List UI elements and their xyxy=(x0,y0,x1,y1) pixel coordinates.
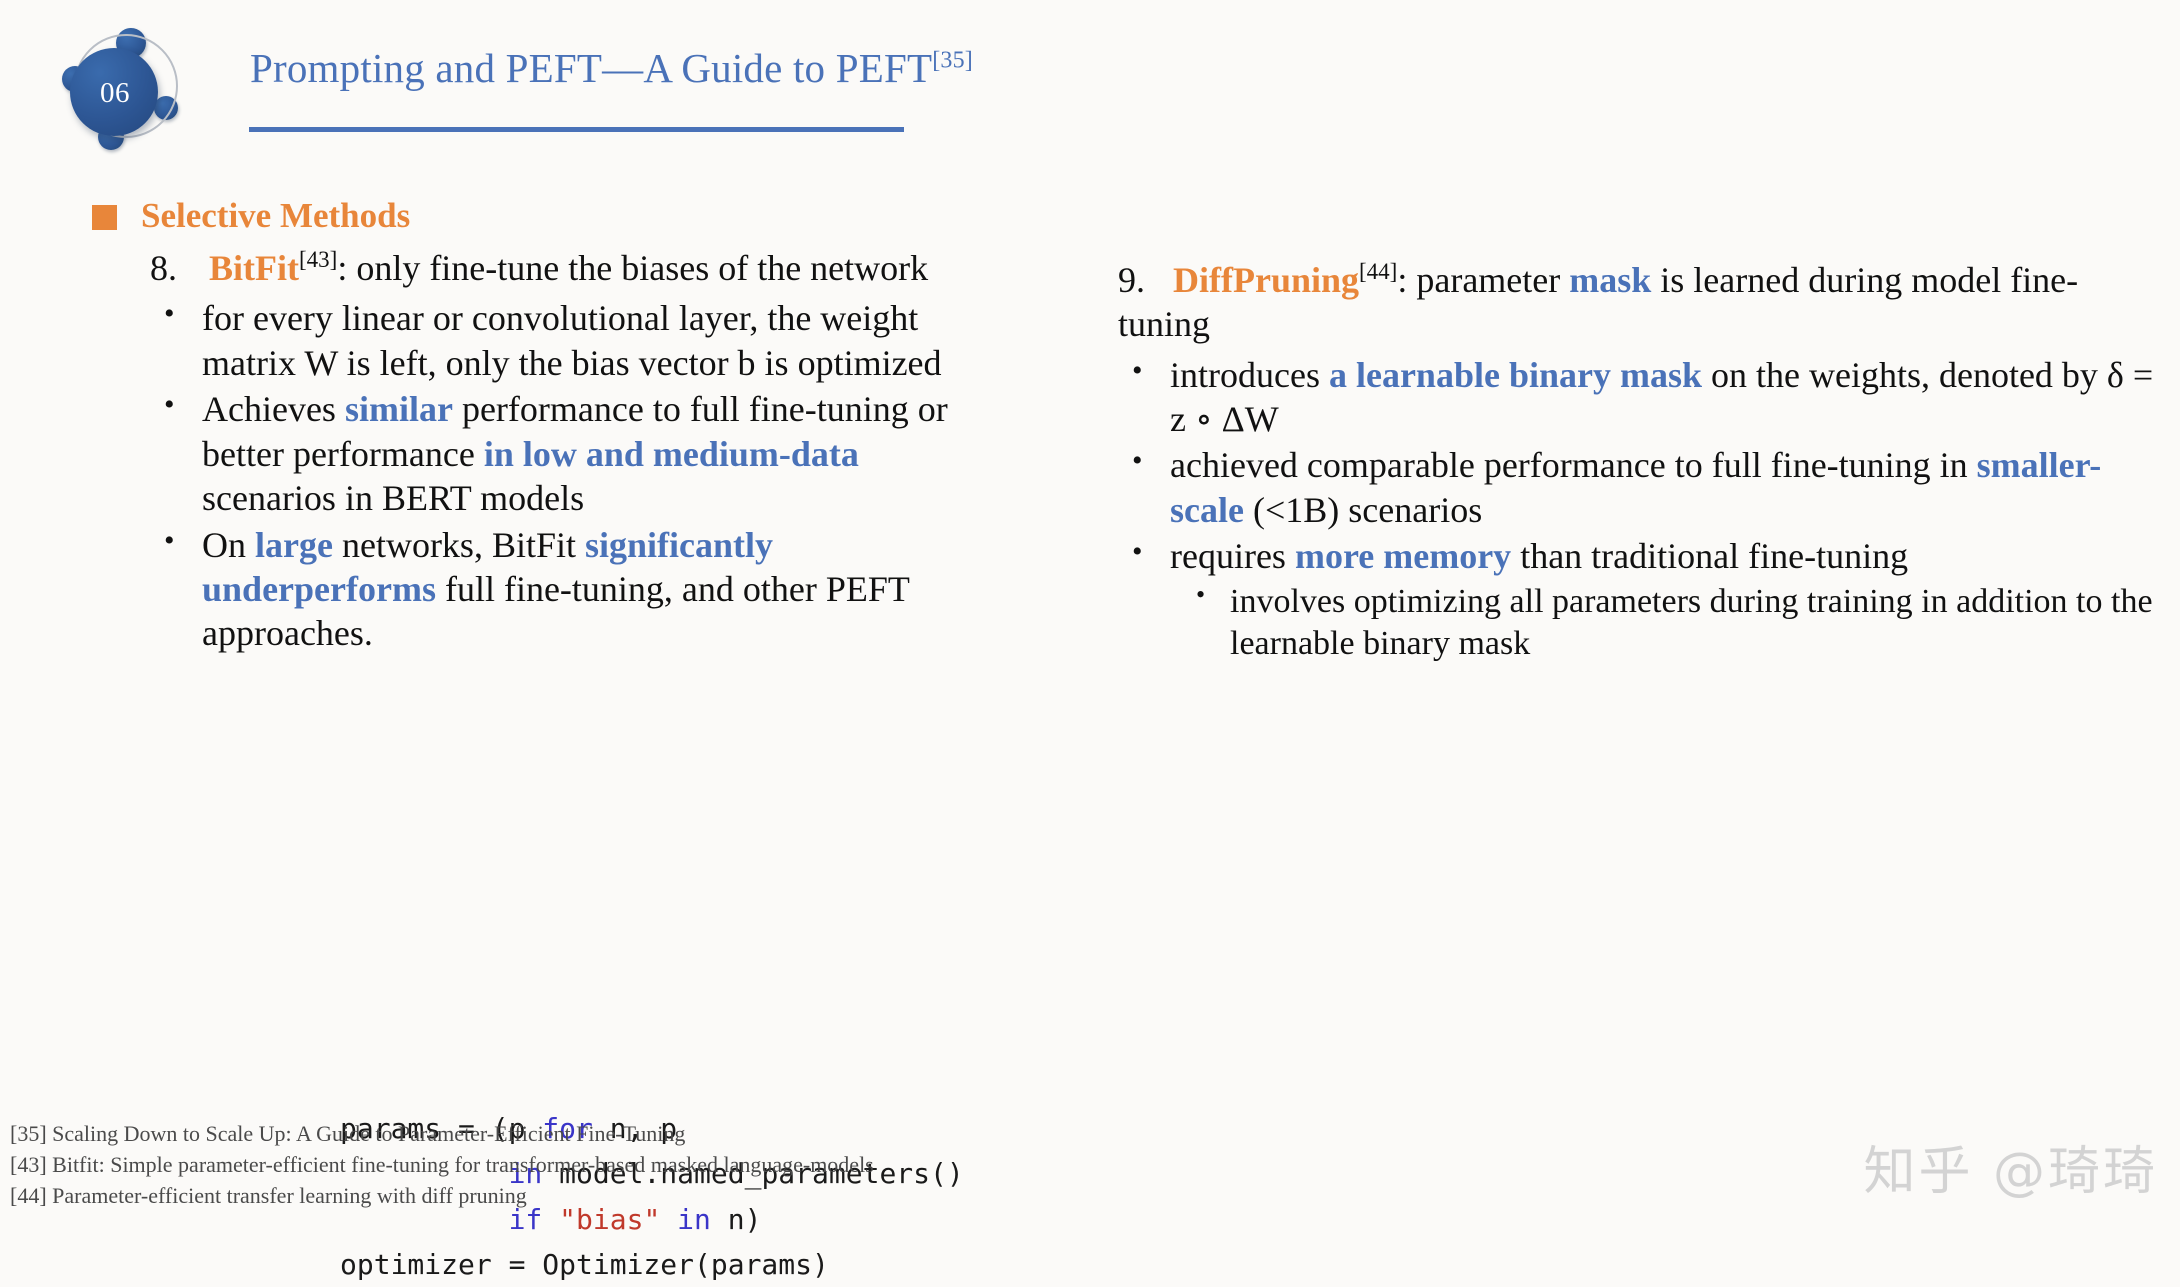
footnote-item: [35] Scaling Down to Scale Up: A Guide t… xyxy=(10,1121,686,1146)
body-text: scenarios in BERT models xyxy=(202,478,585,519)
body-text: networks, BitFit xyxy=(332,524,585,565)
right-item-title: DiffPruning xyxy=(1173,260,1360,300)
footnote-references: [35] Scaling Down to Scale Up: A Guide t… xyxy=(10,1118,874,1212)
right-item-body-highlight: mask xyxy=(1569,260,1652,300)
right-item-number: 9. xyxy=(1118,260,1145,300)
left-item-title: BitFit xyxy=(209,248,299,288)
body-text: Achieves xyxy=(202,389,345,430)
highlighted-text: in low and medium-data xyxy=(483,433,859,474)
left-item-heading: 8. BitFit[43]: only fine-tune the biases … xyxy=(150,246,970,290)
footnote-item: [44] Parameter-efficient transfer learni… xyxy=(10,1183,527,1209)
right-item-body-pre: : parameter xyxy=(1397,260,1570,300)
list-item: On large networks, BitFit significantly … xyxy=(150,522,970,656)
body-text: introduces xyxy=(1170,354,1329,395)
sub-list-item: involves optimizing all parameters durin… xyxy=(1170,579,2158,665)
body-text: for every linear or convolutional layer,… xyxy=(202,298,942,383)
body-text: requires xyxy=(1170,536,1295,577)
list-item: Achieves similar performance to full fin… xyxy=(150,386,970,520)
right-item-heading: 9. DiffPruning[44]: parameter mask is lea… xyxy=(1118,258,2158,347)
left-item-body: : only fine-tune the biases of the netwo… xyxy=(337,248,929,288)
section-heading: Selective Methods xyxy=(92,196,410,236)
watermark-text: 知乎 @琦琦 xyxy=(1863,1142,2158,1202)
left-bullet-list: for every linear or convolutional layer,… xyxy=(150,295,970,656)
highlighted-text: large xyxy=(255,524,333,565)
code-token: optimizer = Optimizer(params) xyxy=(340,1248,829,1282)
left-item-superscript: [43] xyxy=(298,247,338,272)
square-bullet-icon xyxy=(92,204,117,230)
highlighted-text: similar xyxy=(344,389,453,430)
code-line: optimizer = Optimizer(params) xyxy=(340,1242,964,1287)
right-column: 9. DiffPruning[44]: parameter mask is lea… xyxy=(1118,258,2158,667)
body-text: than traditional fine-tuning xyxy=(1511,536,1909,577)
list-item: requires more memory than traditional fi… xyxy=(1118,533,2158,665)
highlighted-text: a learnable binary mask xyxy=(1328,354,1702,395)
body-text: On xyxy=(202,524,255,565)
sub-bullet-list: involves optimizing all parameters durin… xyxy=(1170,579,2158,665)
highlighted-text: more memory xyxy=(1294,536,1512,577)
list-item: achieved comparable performance to full … xyxy=(1118,442,2158,532)
left-item-number: 8. xyxy=(150,248,177,288)
slide-content: Selective Methods 8. BitFit[43]: only fin… xyxy=(0,0,2180,1281)
right-bullet-list: introduces a learnable binary mask on th… xyxy=(1118,352,2158,665)
footnote-item: [43] Bitfit: Simple parameter-efficient … xyxy=(10,1152,874,1178)
section-heading-label: Selective Methods xyxy=(141,196,411,235)
right-item-superscript: [44] xyxy=(1359,259,1398,284)
body-text: achieved comparable performance to full … xyxy=(1170,445,1977,486)
list-item: introduces a learnable binary mask on th… xyxy=(1118,352,2158,442)
left-column: 8. BitFit[43]: only fine-tune the biases … xyxy=(150,246,970,1281)
list-item: for every linear or convolutional layer,… xyxy=(150,295,970,385)
body-text: (<1B) scenarios xyxy=(1243,489,1483,530)
